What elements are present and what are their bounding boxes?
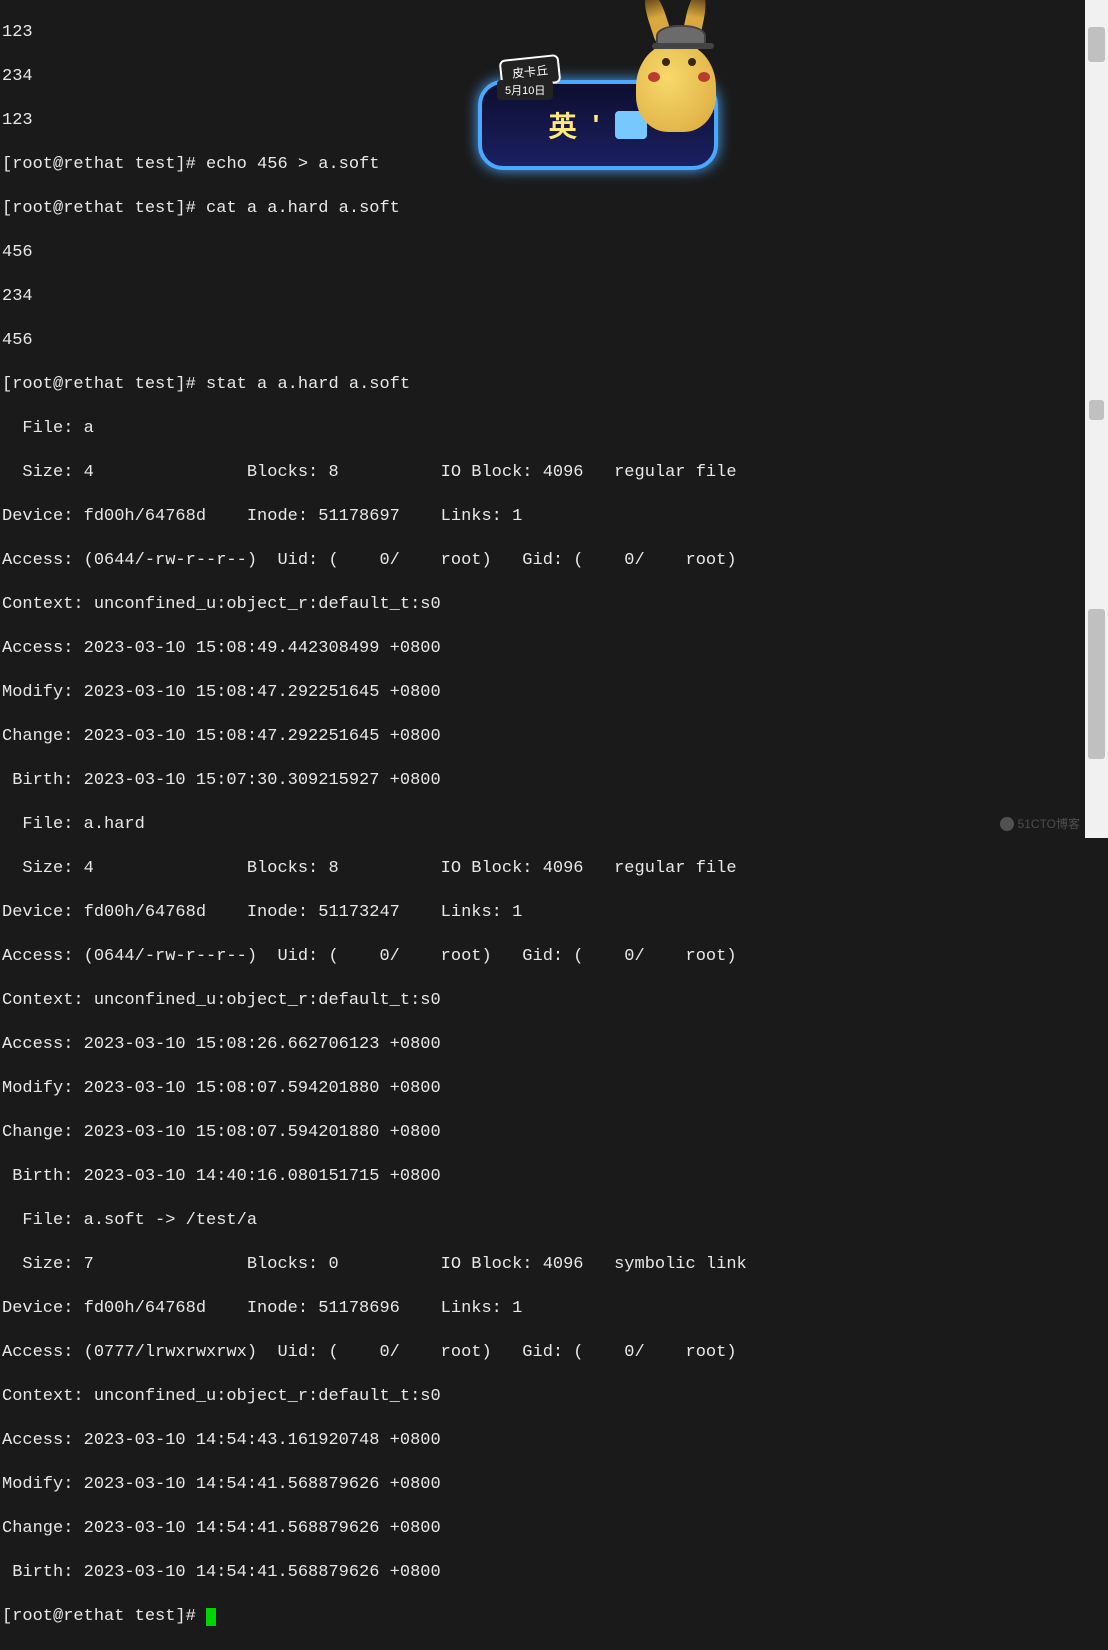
stat-birth: Birth: 2023-03-10 14:54:41.568879626 +08… — [2, 1562, 1085, 1584]
stat-modify: Modify: 2023-03-10 14:54:41.568879626 +0… — [2, 1474, 1085, 1496]
floating-ad-widget[interactable]: 皮卡丘 5月10日 英 ' — [478, 25, 738, 175]
stat-access-perms: Access: (0777/lrwxrwxrwx) Uid: ( 0/ root… — [2, 1342, 1085, 1364]
ad-glyph-2: ' — [593, 109, 600, 141]
stat-size: Size: 7 Blocks: 0 IO Block: 4096 symboli… — [2, 1254, 1085, 1276]
stat-birth: Birth: 2023-03-10 15:07:30.309215927 +08… — [2, 770, 1085, 792]
stat-device: Device: fd00h/64768d Inode: 51178697 Lin… — [2, 506, 1085, 528]
stat-access: Access: 2023-03-10 15:08:26.662706123 +0… — [2, 1034, 1085, 1056]
prompt: [root@rethat test]# — [2, 155, 206, 174]
command-text: stat a a.hard a.soft — [206, 375, 410, 394]
stat-access: Access: 2023-03-10 15:08:49.442308499 +0… — [2, 638, 1085, 660]
ad-glyph-1: 英 — [549, 105, 577, 145]
output-line: 234 — [2, 286, 1085, 308]
watermark-logo-icon — [1000, 817, 1014, 831]
output-line: 456 — [2, 330, 1085, 352]
vertical-scrollbar[interactable] — [1085, 0, 1108, 838]
stat-change: Change: 2023-03-10 15:08:07.594201880 +0… — [2, 1122, 1085, 1144]
prompt: [root@rethat test]# — [2, 199, 206, 218]
stat-device: Device: fd00h/64768d Inode: 51178696 Lin… — [2, 1298, 1085, 1320]
scrollbar-thumb[interactable] — [1088, 27, 1105, 62]
stat-change: Change: 2023-03-10 14:54:41.568879626 +0… — [2, 1518, 1085, 1540]
output-line: 456 — [2, 242, 1085, 264]
command-text: echo 456 > a.soft — [206, 155, 379, 174]
stat-file: File: a — [2, 418, 1085, 440]
stat-access: Access: 2023-03-10 14:54:43.161920748 +0… — [2, 1430, 1085, 1452]
scrollbar-thumb[interactable] — [1088, 609, 1105, 759]
prompt-line: [root@rethat test]# cat a a.hard a.soft — [2, 198, 1085, 220]
pikachu-icon — [618, 0, 738, 150]
watermark: 51CTO博客 — [1000, 815, 1080, 832]
watermark-text: 51CTO博客 — [1018, 815, 1080, 832]
stat-access-perms: Access: (0644/-rw-r--r--) Uid: ( 0/ root… — [2, 946, 1085, 968]
stat-context: Context: unconfined_u:object_r:default_t… — [2, 990, 1085, 1012]
stat-size: Size: 4 Blocks: 8 IO Block: 4096 regular… — [2, 462, 1085, 484]
stat-access-perms: Access: (0644/-rw-r--r--) Uid: ( 0/ root… — [2, 550, 1085, 572]
stat-device: Device: fd00h/64768d Inode: 51173247 Lin… — [2, 902, 1085, 924]
command-text: cat a a.hard a.soft — [206, 199, 400, 218]
stat-birth: Birth: 2023-03-10 14:40:16.080151715 +08… — [2, 1166, 1085, 1188]
stat-context: Context: unconfined_u:object_r:default_t… — [2, 1386, 1085, 1408]
stat-change: Change: 2023-03-10 15:08:47.292251645 +0… — [2, 726, 1085, 748]
stat-modify: Modify: 2023-03-10 15:08:47.292251645 +0… — [2, 682, 1085, 704]
prompt: [root@rethat test]# — [2, 375, 206, 394]
prompt-line-active[interactable]: [root@rethat test]# — [2, 1606, 1085, 1628]
ad-date-tag: 5月10日 — [497, 80, 553, 100]
cursor-icon — [206, 1608, 216, 1626]
stat-size: Size: 4 Blocks: 8 IO Block: 4096 regular… — [2, 858, 1085, 880]
stat-modify: Modify: 2023-03-10 15:08:07.594201880 +0… — [2, 1078, 1085, 1100]
prompt-line: [root@rethat test]# stat a a.hard a.soft — [2, 374, 1085, 396]
stat-file: File: a.hard — [2, 814, 1085, 836]
stat-file: File: a.soft -> /test/a — [2, 1210, 1085, 1232]
prompt: [root@rethat test]# — [2, 1607, 206, 1626]
stat-context: Context: unconfined_u:object_r:default_t… — [2, 594, 1085, 616]
